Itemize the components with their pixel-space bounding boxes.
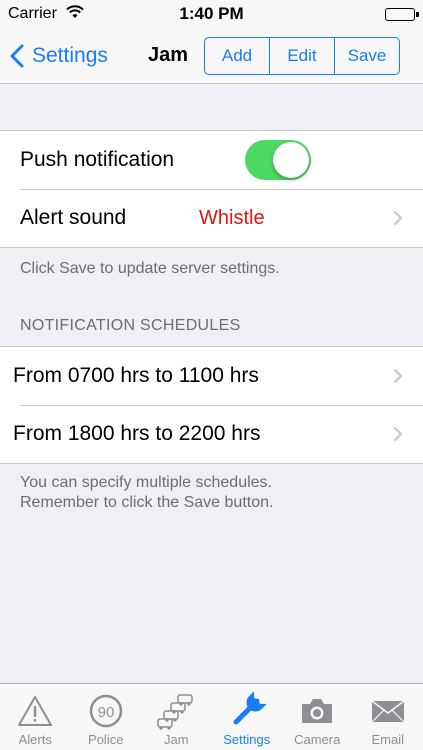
schedules-footer-text: You can specify multiple schedules. Reme… [20,473,410,513]
speed-limit-text: 90 [97,704,114,721]
alert-sound-row[interactable]: Alert sound Whistle [0,189,423,247]
alert-sound-value: Whistle [199,206,265,229]
edit-button[interactable]: Edit [270,38,335,74]
clock: 1:40 PM [179,4,244,23]
push-notification-row: Push notification [0,131,423,189]
traffic-jam-icon [156,692,196,730]
tab-label: Camera [294,732,341,747]
schedule-item[interactable]: From 0700 hrs to 1100 hrs [0,347,423,405]
alert-sound-label: Alert sound [20,206,127,229]
tab-settings[interactable]: Settings [212,684,283,750]
tab-alerts[interactable]: Alerts [0,684,71,750]
camera-icon [297,692,337,730]
action-segmented-control: Add Edit Save [204,37,400,75]
schedules-section-header: NOTIFICATION SCHEDULES [20,317,241,334]
save-button[interactable]: Save [335,38,399,74]
back-button-label: Settings [32,44,108,67]
tab-email[interactable]: Email [353,684,423,750]
schedules-group: From 0700 hrs to 1100 hrs From 1800 hrs … [0,346,423,464]
schedule-item-label: From 0700 hrs to 1100 hrs [13,364,259,387]
navigation-bar: Settings Jam Add Edit Save [0,28,423,84]
settings-footer-text: Click Save to update server settings. [20,260,280,277]
add-button[interactable]: Add [205,38,270,74]
tab-label: Jam [163,732,189,747]
tab-bar: Alerts 90 Police Jam Settings Camera Ema… [0,683,423,750]
toggle-knob [273,142,309,178]
tab-jam[interactable]: Jam [141,684,212,750]
chevron-left-icon [10,44,24,68]
schedules-footer-line: You can specify multiple schedules. [20,474,272,491]
schedule-item[interactable]: From 1800 hrs to 2200 hrs [0,405,423,463]
tab-camera[interactable]: Camera [282,684,353,750]
settings-group: Push notification Alert sound Whistle [0,130,423,248]
battery-icon [385,8,419,21]
back-button[interactable]: Settings [10,40,108,72]
chevron-right-icon [393,210,403,226]
tab-police[interactable]: 90 Police [71,684,142,750]
page-title: Jam [148,44,189,66]
push-notification-label: Push notification [20,148,175,171]
schedules-footer-line: Remember to click the Save button. [20,494,274,511]
speed-limit-90-icon: 90 [86,692,126,730]
schedule-item-label: From 1800 hrs to 2200 hrs [13,422,261,445]
tab-label: Settings [223,732,271,747]
wrench-icon [227,691,267,730]
chevron-right-icon [393,368,403,384]
push-notification-toggle[interactable] [245,140,311,180]
tab-label: Email [371,732,404,747]
warning-triangle-icon [15,692,55,730]
chevron-right-icon [393,426,403,442]
status-bar: Carrier 1:40 PM [0,0,423,28]
tab-label: Alerts [18,732,52,747]
envelope-icon [368,692,408,730]
tab-label: Police [88,732,124,747]
